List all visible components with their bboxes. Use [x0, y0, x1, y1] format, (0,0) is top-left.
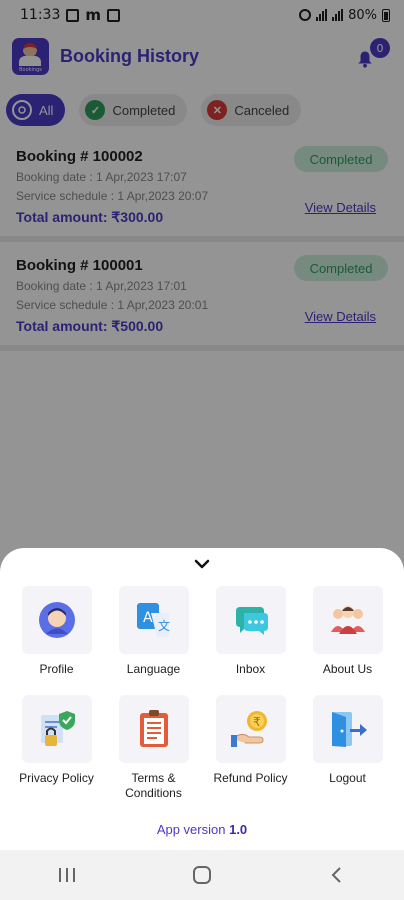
svg-text:文: 文: [158, 618, 170, 633]
back-button[interactable]: [317, 855, 357, 895]
menu-label: Language: [126, 662, 181, 676]
menu-label: Logout: [329, 771, 366, 785]
about-us-icon: [330, 606, 365, 634]
menu-label: Privacy Policy: [19, 771, 94, 785]
menu-label: Refund Policy: [213, 771, 288, 785]
menu-item-logout[interactable]: Logout: [299, 695, 396, 801]
back-icon: [331, 867, 341, 883]
menu-grid: Profile A 文 Language Inbox About Us Priv…: [8, 586, 396, 801]
menu-label: About Us: [322, 662, 373, 676]
menu-item-profile[interactable]: Profile: [8, 586, 105, 677]
app-version-value: 1.0: [229, 822, 248, 837]
profile-icon: [38, 602, 75, 638]
menu-label: Terms & Conditions: [125, 771, 182, 800]
menu-item-privacy-policy[interactable]: Privacy Policy: [8, 695, 105, 801]
menu-item-terms[interactable]: Terms & Conditions: [105, 695, 202, 801]
language-icon: A 文: [136, 603, 170, 637]
system-nav-bar: [0, 850, 404, 900]
menu-item-refund-policy[interactable]: ₹ Refund Policy: [202, 695, 299, 801]
menu-item-language[interactable]: A 文 Language: [105, 586, 202, 677]
home-button[interactable]: [182, 855, 222, 895]
app-version-label: App version: [156, 822, 226, 837]
recent-apps-icon: [59, 868, 76, 882]
privacy-policy-icon: [40, 711, 75, 746]
inbox-icon: [235, 607, 268, 635]
svg-text:₹: ₹: [253, 715, 261, 729]
logout-icon: [331, 712, 367, 747]
refund-policy-icon: ₹: [230, 711, 267, 747]
app-version: App version 1.0: [0, 822, 404, 837]
svg-text:A: A: [143, 610, 153, 626]
terms-icon: [139, 710, 168, 747]
home-icon: [192, 866, 211, 884]
menu-item-inbox[interactable]: Inbox: [202, 586, 299, 677]
chevron-down-icon[interactable]: [192, 556, 212, 572]
menu-label: Profile: [39, 662, 74, 676]
recent-apps-button[interactable]: [47, 855, 87, 895]
menu-bottom-sheet: Profile A 文 Language Inbox About Us Priv…: [0, 548, 404, 850]
menu-item-about-us[interactable]: About Us: [299, 586, 396, 677]
menu-label: Inbox: [235, 662, 266, 676]
